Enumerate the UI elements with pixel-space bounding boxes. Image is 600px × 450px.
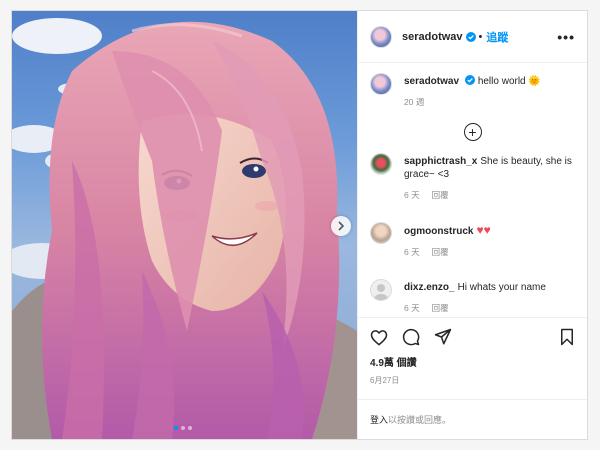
carousel-dot xyxy=(181,426,185,430)
caption-row: seradotwav hello world 🌞 20 週 xyxy=(370,73,575,109)
author-username[interactable]: seradotwav xyxy=(402,31,463,43)
caption-text: hello world xyxy=(477,76,526,87)
heart-icon[interactable] xyxy=(370,329,388,346)
post-image[interactable] xyxy=(12,11,357,439)
commenter-avatar[interactable] xyxy=(370,279,392,301)
more-options-button[interactable]: ••• xyxy=(557,29,575,45)
comment-row: sapphictrash_x She is beauty, she is grac… xyxy=(370,153,575,202)
post-date: 6月27日 xyxy=(370,376,400,385)
comment-row: dixz.enzo_ Hi whats your name 6 天 回覆 xyxy=(370,279,575,315)
post-sidebar: seradotwav • 追蹤 ••• seradotwav hello wor… xyxy=(357,11,587,439)
login-prompt-text: 以按讚或回應。 xyxy=(388,415,452,425)
comment-row: ogmoonstruck ♥♥ 6 天 回覆 xyxy=(370,222,575,259)
author-avatar[interactable] xyxy=(370,73,392,95)
comment-text: ♥♥ xyxy=(476,223,491,237)
commenter-avatar[interactable] xyxy=(370,153,392,175)
comment-age: 6 天 xyxy=(404,247,420,257)
comment-age: 6 天 xyxy=(404,190,420,200)
sun-emoji-icon: 🌞 xyxy=(528,76,541,87)
follow-button[interactable]: 追蹤 xyxy=(486,29,508,45)
reply-button[interactable]: 回覆 xyxy=(432,189,449,202)
next-slide-button[interactable] xyxy=(331,216,351,236)
default-avatar-icon xyxy=(374,284,388,300)
verified-badge-icon xyxy=(465,75,476,85)
comment-username[interactable]: dixz.enzo_ xyxy=(404,282,455,293)
post-card: seradotwav • 追蹤 ••• seradotwav hello wor… xyxy=(11,10,588,440)
post-header: seradotwav • 追蹤 ••• xyxy=(358,11,587,63)
verified-badge-icon xyxy=(465,31,476,42)
comment-age: 6 天 xyxy=(404,303,420,313)
author-avatar[interactable] xyxy=(370,25,392,48)
comment-username[interactable]: ogmoonstruck xyxy=(404,226,473,237)
reply-button[interactable]: 回覆 xyxy=(432,246,449,259)
chevron-right-icon xyxy=(338,221,345,231)
caption-age: 20 週 xyxy=(404,97,425,107)
anime-portrait-illustration xyxy=(12,18,357,439)
comment-text: Hi whats your name xyxy=(457,282,546,293)
comment-username[interactable]: sapphictrash_x xyxy=(404,156,477,167)
bookmark-icon[interactable] xyxy=(559,328,575,346)
carousel-dot xyxy=(174,426,178,430)
like-count[interactable]: 4.9萬 個讚 xyxy=(370,354,575,369)
login-link[interactable]: 登入 xyxy=(370,413,388,426)
paper-plane-icon[interactable] xyxy=(434,328,452,346)
login-prompt: 登入 以按讚或回應。 xyxy=(358,399,587,439)
caption-username[interactable]: seradotwav xyxy=(404,76,459,87)
reply-button[interactable]: 回覆 xyxy=(432,302,449,315)
carousel-dot xyxy=(188,426,192,430)
post-actions: 4.9萬 個讚 6月27日 xyxy=(358,317,587,399)
carousel-indicator xyxy=(174,426,192,430)
commenter-avatar[interactable] xyxy=(370,222,392,244)
comment-bubble-icon[interactable] xyxy=(402,328,420,346)
load-more-comments-button[interactable]: + xyxy=(463,123,482,141)
comments-list: seradotwav hello world 🌞 20 週 + sapphict… xyxy=(358,63,587,317)
separator-dot: • xyxy=(478,30,483,43)
